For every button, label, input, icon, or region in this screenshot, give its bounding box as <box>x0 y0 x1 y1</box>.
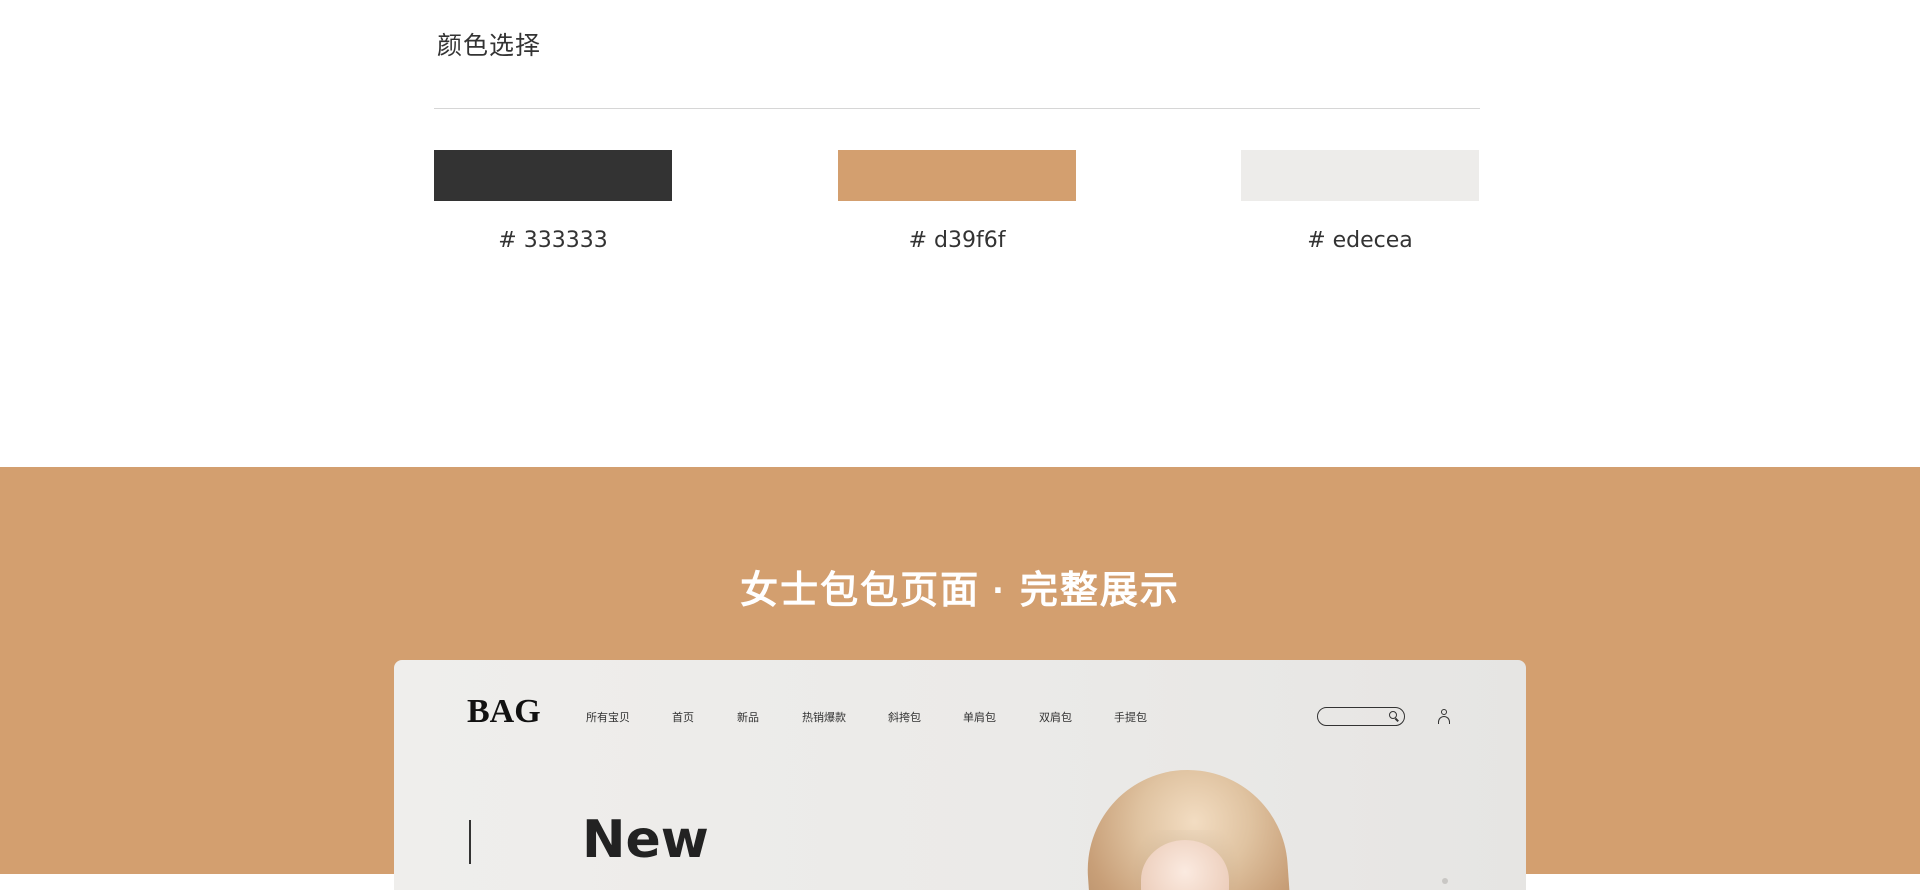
color-swatch-light-label: # edecea <box>1307 228 1413 253</box>
section-divider <box>434 108 1480 109</box>
color-swatch-accent-label: # d39f6f <box>908 228 1006 253</box>
user-head-shape <box>1441 709 1447 715</box>
color-selection-title: 颜色选择 <box>437 32 542 60</box>
nav-item-new[interactable]: 新品 <box>737 709 759 725</box>
color-swatch-accent <box>838 150 1076 201</box>
carousel-indicator-dot[interactable] <box>1442 878 1448 884</box>
color-swatch-dark-label: # 333333 <box>498 228 608 253</box>
hero-accent-line <box>469 820 471 864</box>
nav-item-hot[interactable]: 热销爆款 <box>802 709 846 725</box>
nav-item-all-products[interactable]: 所有宝贝 <box>586 709 630 725</box>
website-mockup: BAG 所有宝贝 首页 新品 热销爆款 斜挎包 单肩包 双肩包 手提包 New <box>394 660 1526 890</box>
color-selection-section: 颜色选择 # 333333 # d39f6f # edecea <box>0 0 1920 467</box>
user-icon[interactable] <box>1437 709 1451 725</box>
brand-logo[interactable]: BAG <box>467 693 541 731</box>
search-input[interactable] <box>1317 707 1405 726</box>
nav-item-backpack[interactable]: 双肩包 <box>1039 709 1072 725</box>
nav-item-handbag[interactable]: 手提包 <box>1114 709 1147 725</box>
showcase-title: 女士包包页面 · 完整展示 <box>740 570 1180 612</box>
user-body-shape <box>1438 716 1450 724</box>
hero-headline: New <box>582 810 709 870</box>
search-icon[interactable] <box>1389 711 1397 719</box>
nav-item-home[interactable]: 首页 <box>672 709 694 725</box>
model-photo <box>1081 763 1291 890</box>
nav-item-crossbody[interactable]: 斜挎包 <box>888 709 921 725</box>
nav-item-shoulder[interactable]: 单肩包 <box>963 709 996 725</box>
color-swatch-dark <box>434 150 672 201</box>
page-showcase-section: 女士包包页面 · 完整展示 BAG 所有宝贝 首页 新品 热销爆款 斜挎包 单肩… <box>0 467 1920 890</box>
color-swatch-light <box>1241 150 1479 201</box>
